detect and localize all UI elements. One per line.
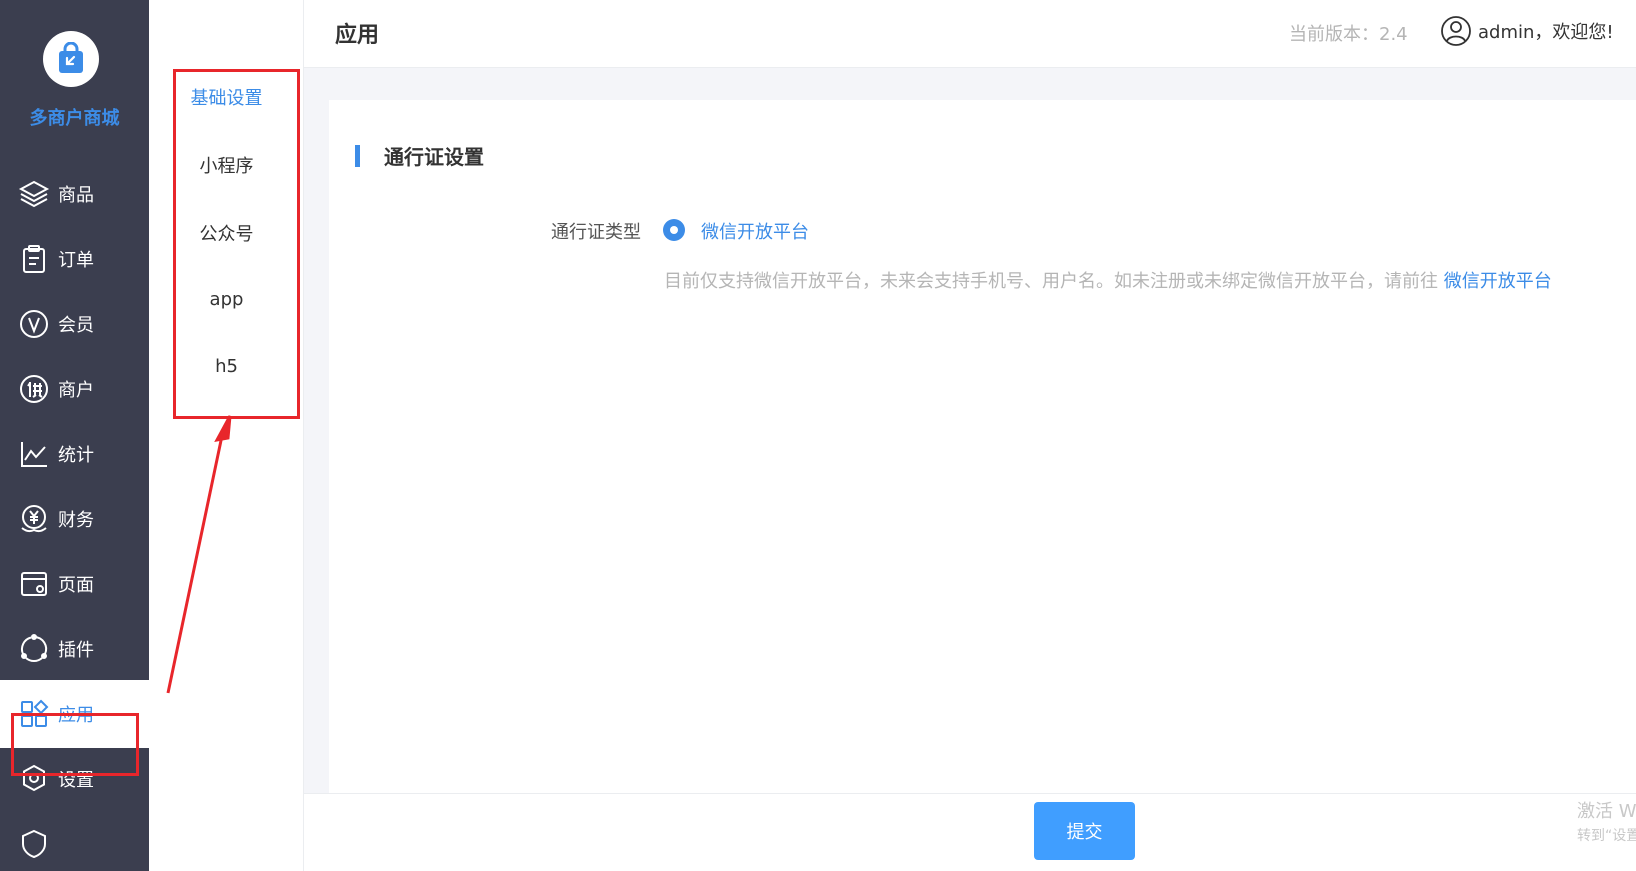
sidebar-item-label: 会员 xyxy=(58,315,94,336)
sub-navigation: 基础设置 小程序 公众号 app h5 xyxy=(149,0,304,871)
top-bar: 应用 当前版本：2.4 admin，欢迎您! xyxy=(304,0,1636,68)
section-title: 通行证设置 xyxy=(384,145,484,169)
layers-icon xyxy=(18,180,50,208)
finance-icon xyxy=(21,505,47,533)
sidebar-item-statistics[interactable]: 统计 xyxy=(0,420,149,488)
brand-name: 多商户商城 xyxy=(29,108,120,129)
sidebar-item-label: 统计 xyxy=(58,445,94,466)
sidebar-item-goods[interactable]: 商品 xyxy=(0,160,149,228)
supplier-icon xyxy=(20,375,48,403)
subnav-basic-settings[interactable]: 基础设置 xyxy=(149,84,304,110)
shopping-bag-icon xyxy=(59,42,83,73)
page-title: 应用 xyxy=(335,23,380,48)
page-icon xyxy=(21,572,47,596)
submit-button[interactable]: 提交 xyxy=(1034,802,1135,860)
user-menu[interactable]: admin，欢迎您! xyxy=(1440,15,1614,47)
sidebar-item-label: 财务 xyxy=(58,510,94,531)
sidebar-item-label: 页面 xyxy=(58,575,94,596)
user-avatar-icon xyxy=(1441,16,1471,46)
sidebar-item-label: 商户 xyxy=(58,380,94,401)
sidebar-item-apps[interactable]: 应用 xyxy=(0,680,149,748)
sidebar-item-orders[interactable]: 订单 xyxy=(0,225,149,293)
clipboard-icon xyxy=(23,245,45,273)
wechat-open-platform-radio-label[interactable]: 微信开放平台 xyxy=(701,218,809,244)
shield-icon xyxy=(22,829,46,859)
sidebar-item-merchants[interactable]: 商户 xyxy=(0,355,149,423)
hint-text: 目前仅支持微信开放平台，未来会支持手机号、用户名。如未注册或未绑定微信开放平台，… xyxy=(664,271,1438,292)
gear-icon xyxy=(23,764,45,792)
subnav-official-account[interactable]: 公众号 xyxy=(149,220,304,246)
footer-bar: 提交 激活 W 转到“设置 xyxy=(304,793,1636,871)
watermark-line1: 激活 W xyxy=(1577,801,1636,822)
user-greeting: admin，欢迎您! xyxy=(1478,22,1614,43)
plugin-icon xyxy=(20,634,48,662)
sidebar-item-label: 订单 xyxy=(58,250,94,271)
pass-type-label: 通行证类型 xyxy=(551,222,641,243)
sidebar-item-pages[interactable]: 页面 xyxy=(0,550,149,618)
wechat-open-platform-radio[interactable] xyxy=(663,219,685,241)
sidebar-item-label: 应用 xyxy=(58,705,94,726)
wechat-open-platform-link[interactable]: 微信开放平台 xyxy=(1444,271,1552,292)
version-label: 当前版本：2.4 xyxy=(1289,24,1408,45)
sidebar-item-members[interactable]: 会员 xyxy=(0,290,149,358)
main-sidebar: 多商户商城 商品 订单 会员 商户 统计 财务 页面 插件 应用 设置 xyxy=(0,0,149,871)
activation-watermark: 激活 W 转到“设置 xyxy=(1577,800,1636,848)
sidebar-item-label: 设置 xyxy=(58,770,94,791)
sidebar-item-finance[interactable]: 财务 xyxy=(0,485,149,553)
subnav-h5[interactable]: h5 xyxy=(149,356,304,377)
section-marker xyxy=(355,145,360,167)
logo[interactable] xyxy=(43,31,99,87)
vip-icon xyxy=(20,310,48,338)
chart-icon xyxy=(21,442,47,467)
sidebar-item-label: 商品 xyxy=(58,185,94,206)
sidebar-item-settings[interactable]: 设置 xyxy=(0,745,149,813)
subnav-app[interactable]: app xyxy=(149,289,304,310)
sidebar-item-more[interactable] xyxy=(0,810,149,871)
subnav-mini-program[interactable]: 小程序 xyxy=(149,152,304,178)
settings-card: 通行证设置 通行证类型 微信开放平台 目前仅支持微信开放平台，未来会支持手机号、… xyxy=(329,100,1636,794)
sidebar-item-plugins[interactable]: 插件 xyxy=(0,615,149,683)
apps-icon xyxy=(21,699,49,727)
sidebar-item-label: 插件 xyxy=(58,640,94,661)
watermark-line2: 转到“设置 xyxy=(1577,828,1636,844)
pass-type-hint: 目前仅支持微信开放平台，未来会支持手机号、用户名。如未注册或未绑定微信开放平台，… xyxy=(664,267,1552,293)
